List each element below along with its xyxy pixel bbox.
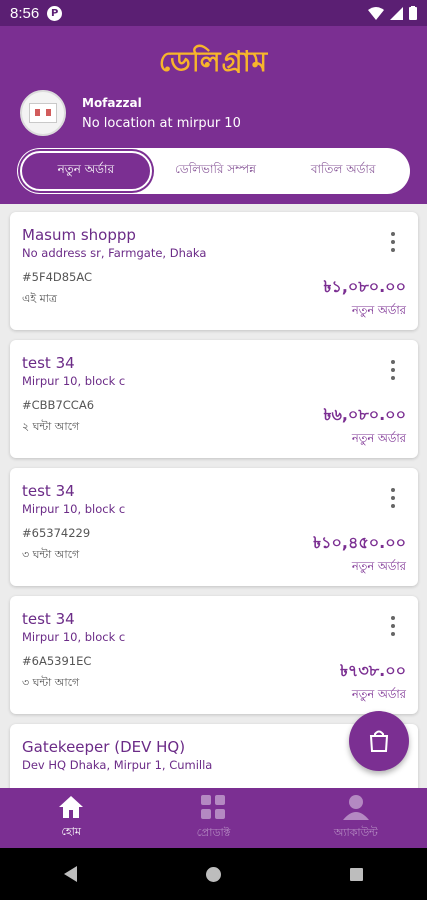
order-id: #6A5391EC [22,654,92,668]
order-time: ৩ ঘন্টা আগে [22,676,80,689]
user-location: No location at mirpur 10 [82,115,241,131]
brand-logo: ডেলিগ্রাম [158,45,269,78]
system-nav-bar [0,848,427,900]
profile-section[interactable]: Mofazzal No location at mirpur 10 [20,90,241,136]
nav-home-label: হোম [61,824,81,838]
order-status: নতুন অর্ডার [351,559,406,573]
order-shop-name: test 34 [22,354,75,372]
order-status: নতুন অর্ডার [351,687,406,701]
nav-home[interactable]: হোম [0,788,142,848]
nav-products[interactable]: প্রোডাক্ট [142,788,284,848]
order-address: No address sr, Farmgate, Dhaka [22,246,207,260]
order-price: ৳৭৩৮.০০ [339,661,406,680]
tab-cancelled[interactable]: বাতিল অর্ডার [279,151,407,191]
more-vert-icon[interactable] [390,616,396,636]
order-price: ৳৬,০৮০.০০ [323,405,406,424]
order-address: Dev HQ Dhaka, Mirpur 1, Cumilla [22,758,213,772]
app-header: ডেলিগ্রাম Mofazzal No location at mirpur… [0,26,427,204]
order-card[interactable]: Masum shoppp No address sr, Farmgate, Dh… [10,212,418,330]
order-id: #CBB7CCA6 [22,398,95,412]
status-bar: 8:56 P [0,0,427,26]
recent-apps-icon[interactable] [349,867,363,881]
bottom-nav: হোম প্রোডাক্ট অ্যাকাউন্ট [0,788,427,848]
order-status: নতুন অর্ডার [351,303,406,317]
person-icon [342,794,369,820]
nav-account-label: অ্যাকাউন্ট [333,825,378,839]
order-address: Mirpur 10, block c [22,502,126,516]
status-time: 8:56 [10,4,40,22]
tab-new-orders[interactable]: নতুন অর্ডার [20,151,152,191]
more-vert-icon[interactable] [390,488,396,508]
order-tabs: নতুন অর্ডার ডেলিভারি সম্পন্ন বাতিল অর্ডা… [17,148,410,194]
back-icon[interactable] [64,866,78,882]
order-card[interactable]: test 34 Mirpur 10, block c #CBB7CCA6 ২ ঘ… [10,340,418,458]
order-address: Mirpur 10, block c [22,374,126,388]
shopping-bag-icon [369,730,389,752]
status-icons [368,6,417,20]
order-card[interactable]: test 34 Mirpur 10, block c #6A5391EC ৩ ঘ… [10,596,418,714]
home-icon [59,795,84,818]
order-address: Mirpur 10, block c [22,630,126,644]
order-price: ৳১,০৮০.০০ [323,277,406,296]
home-circle-icon[interactable] [205,866,221,882]
order-list[interactable]: Masum shoppp No address sr, Farmgate, Dh… [0,204,427,788]
tab-delivered[interactable]: ডেলিভারি সম্পন্ন [152,151,280,191]
order-id: #65374229 [22,526,91,540]
user-name: Mofazzal [82,95,142,110]
order-shop-name: Gatekeeper (DEV HQ) [22,738,186,756]
battery-icon [409,6,417,20]
order-price: ৳১০,৪৫০.০০ [313,533,406,552]
cart-fab-button[interactable] [349,711,409,771]
order-time: এই মাত্র [22,292,57,305]
avatar[interactable] [20,90,66,136]
order-card[interactable]: test 34 Mirpur 10, block c #65374229 ৩ ঘ… [10,468,418,586]
nav-account[interactable]: অ্যাকাউন্ট [285,788,427,848]
order-shop-name: test 34 [22,610,75,628]
order-time: ২ ঘন্টা আগে [22,420,80,433]
order-id: #5F4D85AC [22,270,93,284]
order-status: নতুন অর্ডার [351,431,406,445]
nav-products-label: প্রোডাক্ট [196,825,231,839]
profile-info: Mofazzal No location at mirpur 10 [82,96,241,131]
grid-icon [201,794,226,819]
order-shop-name: Masum shoppp [22,226,136,244]
more-vert-icon[interactable] [390,232,396,252]
store-image [29,103,57,123]
signal-icon [390,6,403,20]
more-vert-icon[interactable] [390,360,396,380]
app-notification-icon: P [47,5,63,21]
order-shop-name: test 34 [22,482,75,500]
order-time: ৩ ঘন্টা আগে [22,548,80,561]
wifi-icon [368,6,384,20]
